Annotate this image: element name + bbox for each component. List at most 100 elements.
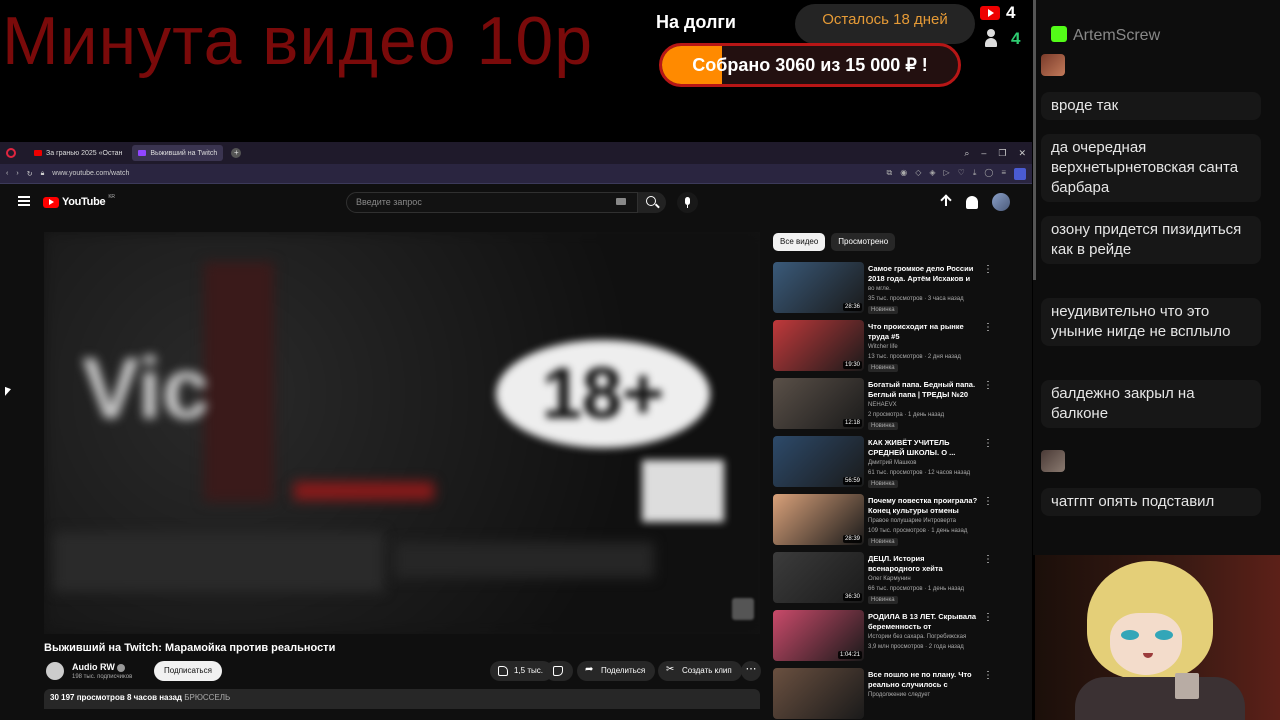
thumbs-up-icon [498, 666, 508, 676]
more-vert-icon[interactable]: ⋮ [983, 670, 993, 681]
more-vert-icon[interactable]: ⋮ [983, 496, 993, 507]
recommendation-thumbnail[interactable]: 56:59 [773, 436, 864, 487]
dislike-button[interactable] [545, 661, 573, 681]
more-actions-button[interactable]: ⋯ [741, 661, 761, 681]
chip-watched[interactable]: Просмотрено [831, 233, 896, 251]
subscribe-button[interactable]: Подписаться [154, 661, 222, 681]
close-icon[interactable]: ✕ [1018, 148, 1026, 159]
chat-scrollbar[interactable] [1033, 0, 1036, 280]
search-button[interactable] [638, 192, 666, 213]
forward-icon[interactable]: › [16, 170, 18, 177]
video-blur-text-2 [394, 542, 654, 578]
upload-icon[interactable] [940, 195, 952, 209]
search-tabs-icon[interactable]: ⌕ [964, 148, 969, 159]
recommendation-channel[interactable]: Дмитрий Машков [868, 460, 916, 466]
more-vert-icon[interactable]: ⋮ [983, 554, 993, 565]
download-icon[interactable]: ⤓ [973, 168, 977, 180]
donation-progress-label: Собрано 3060 из 15 000 ₽ ! [692, 54, 928, 75]
heart-icon[interactable]: ♡ [958, 168, 965, 180]
camera-icon[interactable]: ◉ [900, 168, 907, 180]
share-button[interactable]: Поделиться [577, 661, 656, 681]
recommendation-item[interactable]: Все пошло не по плану. Что реально случи… [773, 668, 993, 720]
youtube-logo[interactable]: YouTube KR [43, 194, 115, 208]
recommendation-title[interactable]: Самое громкое дело России 2018 года. Арт… [868, 264, 978, 284]
recommendation-channel[interactable]: во мгле. [868, 286, 891, 292]
chip-all-videos[interactable]: Все видео [773, 233, 826, 251]
recommendation-item[interactable]: 28:36 Самое громкое дело России 2018 года… [773, 262, 993, 320]
channel-name[interactable]: Audio RW [72, 662, 125, 672]
more-vert-icon[interactable]: ⋮ [983, 380, 993, 391]
recommendation-channel[interactable]: Истории без сахара. Погребижская [868, 634, 966, 640]
minimize-icon[interactable]: – [981, 148, 986, 159]
back-icon[interactable]: ‹ [6, 170, 8, 177]
search-input[interactable]: Введите запрос [346, 192, 638, 213]
recommendation-thumbnail[interactable]: 36:30 [773, 552, 864, 603]
recommendation-item[interactable]: 28:39 Почему повестка проиграла? Конец ку… [773, 494, 993, 552]
recommendation-thumbnail[interactable]: 19:30 [773, 320, 864, 371]
recommendation-title[interactable]: ДЕЦЛ. История всенародного хейта [868, 554, 978, 574]
chat-users: 4 [985, 29, 1030, 49]
recommendation-meta: 61 тыс. просмотров · 12 часов назад [868, 470, 971, 476]
channel-avatar[interactable] [46, 662, 64, 680]
location-tag[interactable]: БРЮССЕЛЬ [184, 693, 230, 702]
recommendation-thumbnail[interactable]: 12:18 [773, 378, 864, 429]
recommendation-title[interactable]: РОДИЛА В 13 ЛЕТ. Скрывала беременность о… [868, 612, 978, 632]
recommendation-title[interactable]: Все пошло не по плану. Что реально случи… [868, 670, 978, 690]
more-vert-icon[interactable]: ⋮ [983, 322, 993, 333]
video-player[interactable]: Vic 18+ [44, 232, 760, 634]
lock-icon: 🔒︎ [40, 169, 45, 177]
tab-youtube-1[interactable]: За гранью 2025 «Остан [28, 145, 128, 161]
create-clip-button[interactable]: Создать клип [658, 661, 742, 681]
profile-icon[interactable]: ◯ [984, 168, 993, 180]
recommendation-channel[interactable]: Правое полушарие Интроверта [868, 518, 956, 524]
play-icon[interactable]: ▷ [944, 168, 950, 180]
keyboard-icon[interactable] [616, 198, 626, 205]
recommendation-title[interactable]: Богатый папа. Бедный папа. Беглый папа |… [868, 380, 978, 400]
shield-icon[interactable]: ◇ [915, 168, 921, 180]
description-box[interactable]: 30 197 просмотров 8 часов назад БРЮССЕЛЬ [44, 689, 760, 709]
recommendation-channel[interactable]: NEHAEVX [868, 402, 897, 408]
recommendation-item[interactable]: 12:18 Богатый папа. Бедный папа. Беглый п… [773, 378, 993, 436]
url-field[interactable]: www.youtube.com/watch [52, 170, 129, 177]
recommendation-title[interactable]: Что происходит на рынке труда #5 [868, 322, 978, 342]
notifications-bell-icon[interactable] [966, 195, 978, 209]
recommendation-thumbnail[interactable]: 28:39 [773, 494, 864, 545]
recommendation-thumbnail[interactable]: 28:36 [773, 262, 864, 313]
video-duration: 1:04:21 [837, 651, 862, 659]
recommendation-thumbnail[interactable]: 1:04:21 [773, 610, 864, 661]
video-blur-text-1 [54, 532, 384, 592]
youtube-header: YouTube KR Введите запрос [0, 192, 1032, 213]
hamburger-menu-icon[interactable] [18, 196, 30, 206]
recommendation-title[interactable]: КАК ЖИВЁТ УЧИТЕЛЬ СРЕДНЕЙ ШКОЛЫ. О ... [868, 438, 978, 458]
recommendation-item[interactable]: 1:04:21 РОДИЛА В 13 ЛЕТ. Скрывала беремен… [773, 610, 993, 668]
more-vert-icon[interactable]: ⋮ [983, 264, 993, 275]
address-bar: ‹ › ↻ 🔒︎ www.youtube.com/watch ⧉ ◉ ◇ ◈ ▷… [0, 164, 1032, 184]
extension-icon[interactable]: ◈ [929, 168, 935, 180]
recommendation-item[interactable]: 56:59 КАК ЖИВЁТ УЧИТЕЛЬ СРЕДНЕЙ ШКОЛЫ. О … [773, 436, 993, 494]
menu-icon[interactable]: ≡ [1001, 168, 1006, 180]
like-button[interactable]: 1,5 тыс. [490, 661, 553, 681]
age-restriction-badge: 18+ [496, 340, 710, 448]
restore-icon[interactable]: ❐ [998, 148, 1006, 159]
sidebar-extension-icon[interactable] [1014, 167, 1026, 180]
translate-icon[interactable]: ⧉ [886, 168, 892, 180]
recommendation-item[interactable]: 36:30 ДЕЦЛ. История всенародного хейта Оле… [773, 552, 993, 610]
verified-icon [116, 663, 125, 672]
recommendation-list: 28:36 Самое громкое дело России 2018 года… [773, 262, 993, 720]
recommendation-thumbnail[interactable] [773, 668, 864, 719]
opera-logo-icon[interactable] [6, 148, 16, 158]
voice-search-button[interactable] [677, 192, 698, 213]
recommendation-channel[interactable]: Продолжение следует [868, 692, 930, 698]
new-tab-button[interactable]: + [231, 148, 242, 158]
recommendation-title[interactable]: Почему повестка проиграла? Конец культур… [868, 496, 978, 516]
tab-youtube-2[interactable]: Выживший на Twitch [132, 145, 224, 161]
account-avatar[interactable] [992, 193, 1010, 211]
recommendation-channel[interactable]: Witcher life [868, 344, 898, 350]
recommendation-channel[interactable]: Олег Кармунин [868, 576, 911, 582]
more-vert-icon[interactable]: ⋮ [983, 612, 993, 623]
recommendation-item[interactable]: 19:30 Что происходит на рынке труда #5 Wit… [773, 320, 993, 378]
more-vert-icon[interactable]: ⋮ [983, 438, 993, 449]
avatar-left-eye [1121, 630, 1139, 640]
reload-icon[interactable]: ↻ [27, 170, 33, 178]
chat-message: да очередная верхнетырнетовская санта ба… [1041, 134, 1261, 202]
